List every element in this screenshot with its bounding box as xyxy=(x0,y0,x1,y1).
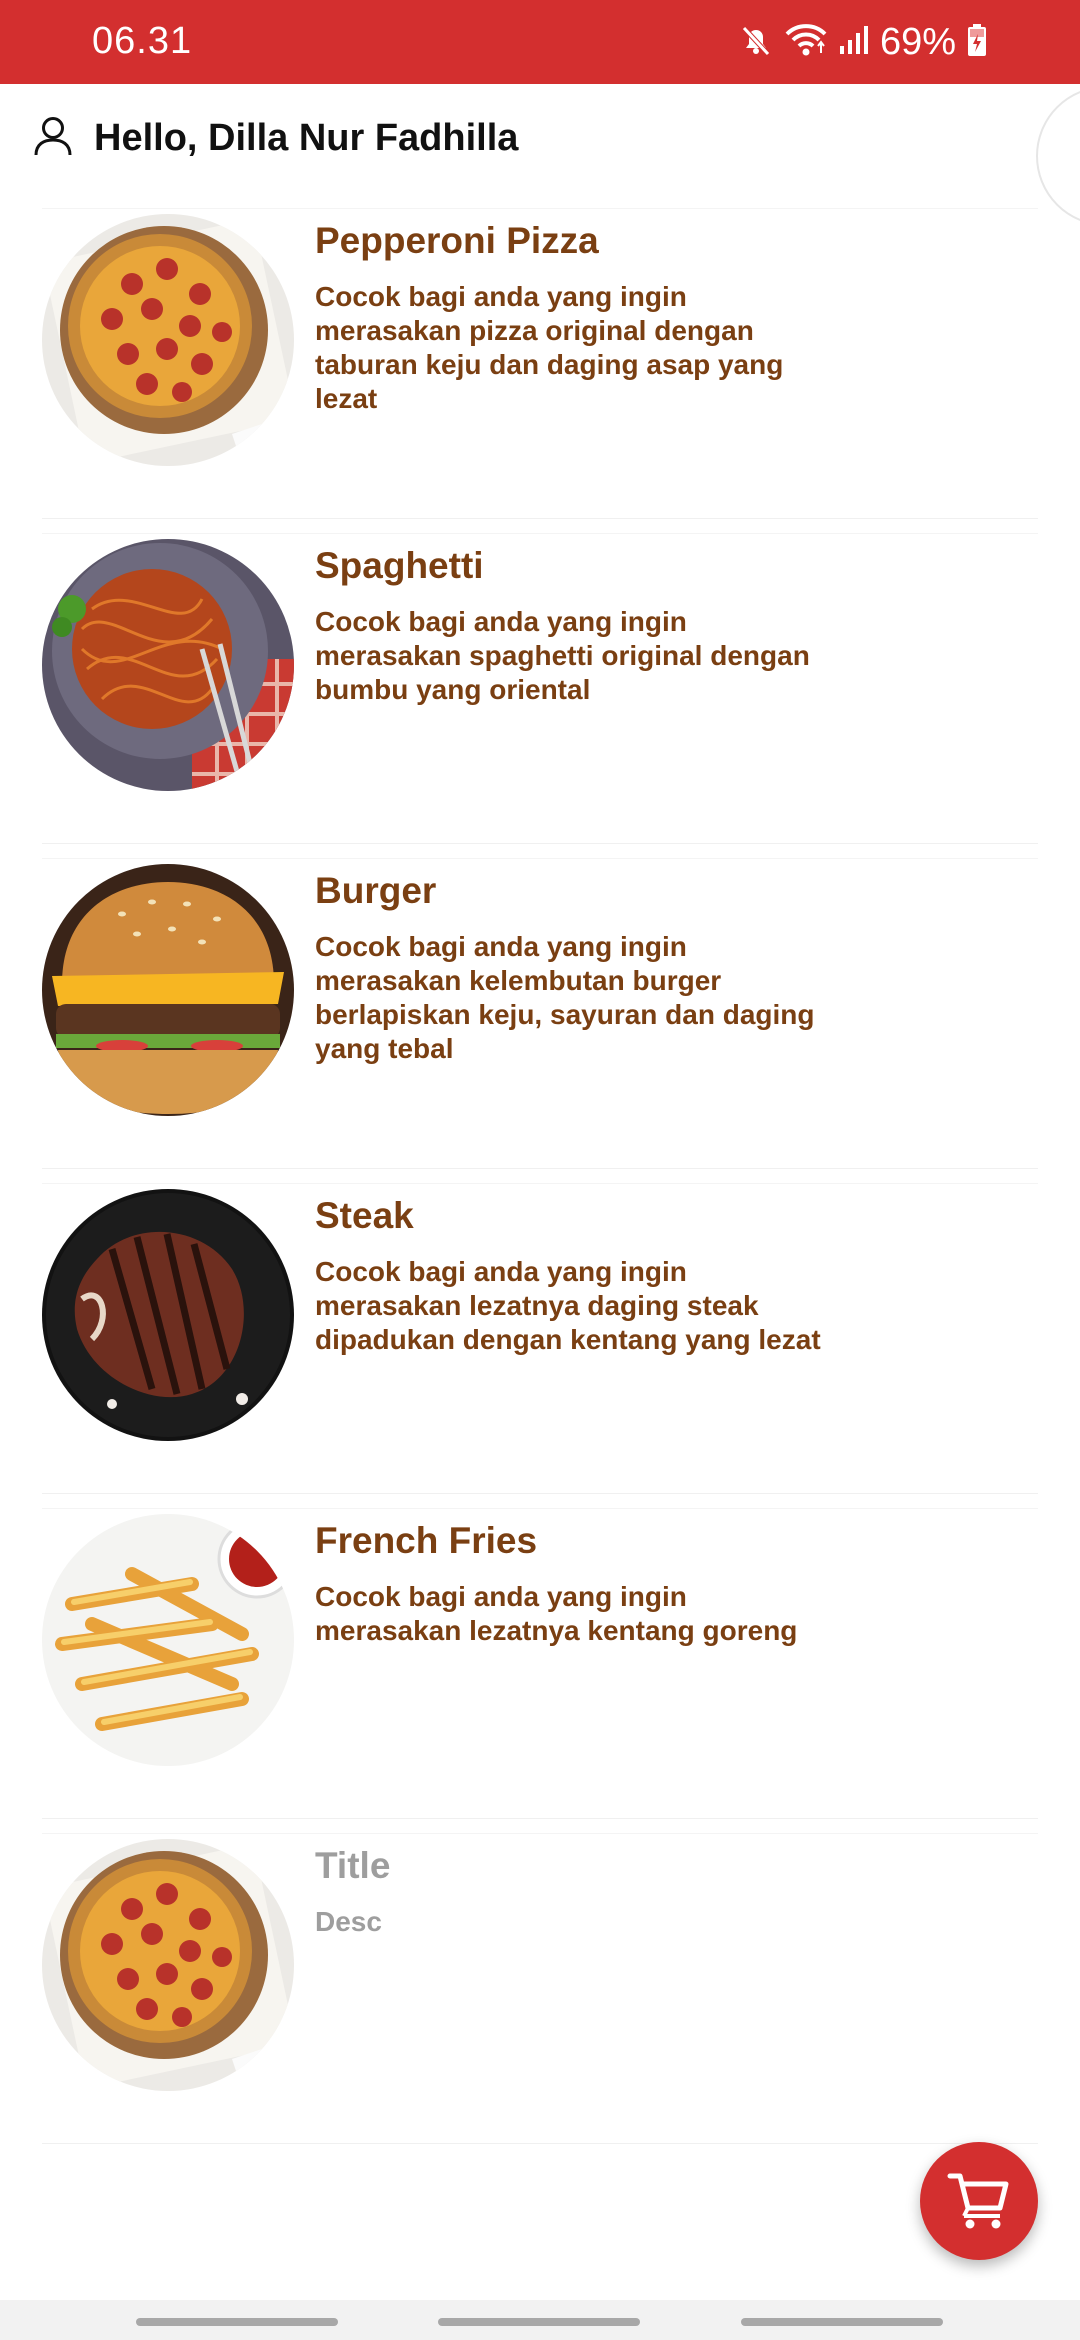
home-button[interactable] xyxy=(438,2318,640,2326)
food-title: Burger xyxy=(315,870,437,911)
food-desc: Cocok bagi anda yang ingin merasakan lez… xyxy=(315,1256,821,1355)
partial-circle-button[interactable] xyxy=(1036,86,1080,226)
signal-icon xyxy=(838,22,870,63)
food-item[interactable]: Burger Cocok bagi anda yang ingin merasa… xyxy=(0,858,1080,1183)
food-title: Pepperoni Pizza xyxy=(315,220,599,261)
burger-image xyxy=(42,864,294,1116)
food-item-placeholder[interactable]: Title Desc xyxy=(0,1833,1080,2158)
app-screen: 06.31 69% Hello, Dilla Nur Fadhilla Pepp… xyxy=(0,0,1080,2340)
pizza-image xyxy=(42,214,294,466)
status-bar: 06.31 69% xyxy=(0,0,1080,84)
food-desc: Cocok bagi anda yang ingin merasakan spa… xyxy=(315,606,810,705)
user-icon[interactable] xyxy=(30,113,76,164)
food-title: French Fries xyxy=(315,1520,538,1561)
french-fries-image xyxy=(42,1514,294,1766)
food-desc: Cocok bagi anda yang ingin merasakan lez… xyxy=(315,1581,798,1646)
recent-apps-button[interactable] xyxy=(136,2318,338,2326)
greeting-text: Hello, Dilla Nur Fadhilla xyxy=(94,116,519,159)
battery-charging-icon xyxy=(966,22,988,63)
status-time: 06.31 xyxy=(92,20,193,62)
status-icons: 69% xyxy=(738,18,988,66)
food-item[interactable]: French Fries Cocok bagi anda yang ingin … xyxy=(0,1508,1080,1833)
cart-button[interactable] xyxy=(920,2142,1038,2260)
battery-percent: 69% xyxy=(879,20,956,63)
food-item[interactable]: Steak Cocok bagi anda yang ingin merasak… xyxy=(0,1183,1080,1508)
food-list: Pepperoni Pizza Cocok bagi anda yang ing… xyxy=(0,208,1080,2158)
food-title: Spaghetti xyxy=(315,545,484,586)
food-desc: Cocok bagi anda yang ingin merasakan kel… xyxy=(315,931,815,1064)
food-item[interactable]: Pepperoni Pizza Cocok bagi anda yang ing… xyxy=(0,208,1080,533)
cart-icon xyxy=(946,2166,1012,2237)
steak-image xyxy=(42,1189,294,1441)
spaghetti-image xyxy=(42,539,294,791)
wifi-icon xyxy=(784,22,828,63)
back-button[interactable] xyxy=(741,2318,943,2326)
food-title: Title xyxy=(315,1845,391,1886)
food-item[interactable]: Spaghetti Cocok bagi anda yang ingin mer… xyxy=(0,533,1080,858)
mute-icon xyxy=(738,22,774,63)
pizza-image xyxy=(42,1839,294,2091)
food-title: Steak xyxy=(315,1195,414,1236)
food-desc: Desc xyxy=(315,1906,382,1937)
food-desc: Cocok bagi anda yang ingin merasakan piz… xyxy=(315,281,784,414)
greeting-header: Hello, Dilla Nur Fadhilla xyxy=(30,110,518,166)
navigation-bar xyxy=(0,2300,1080,2340)
